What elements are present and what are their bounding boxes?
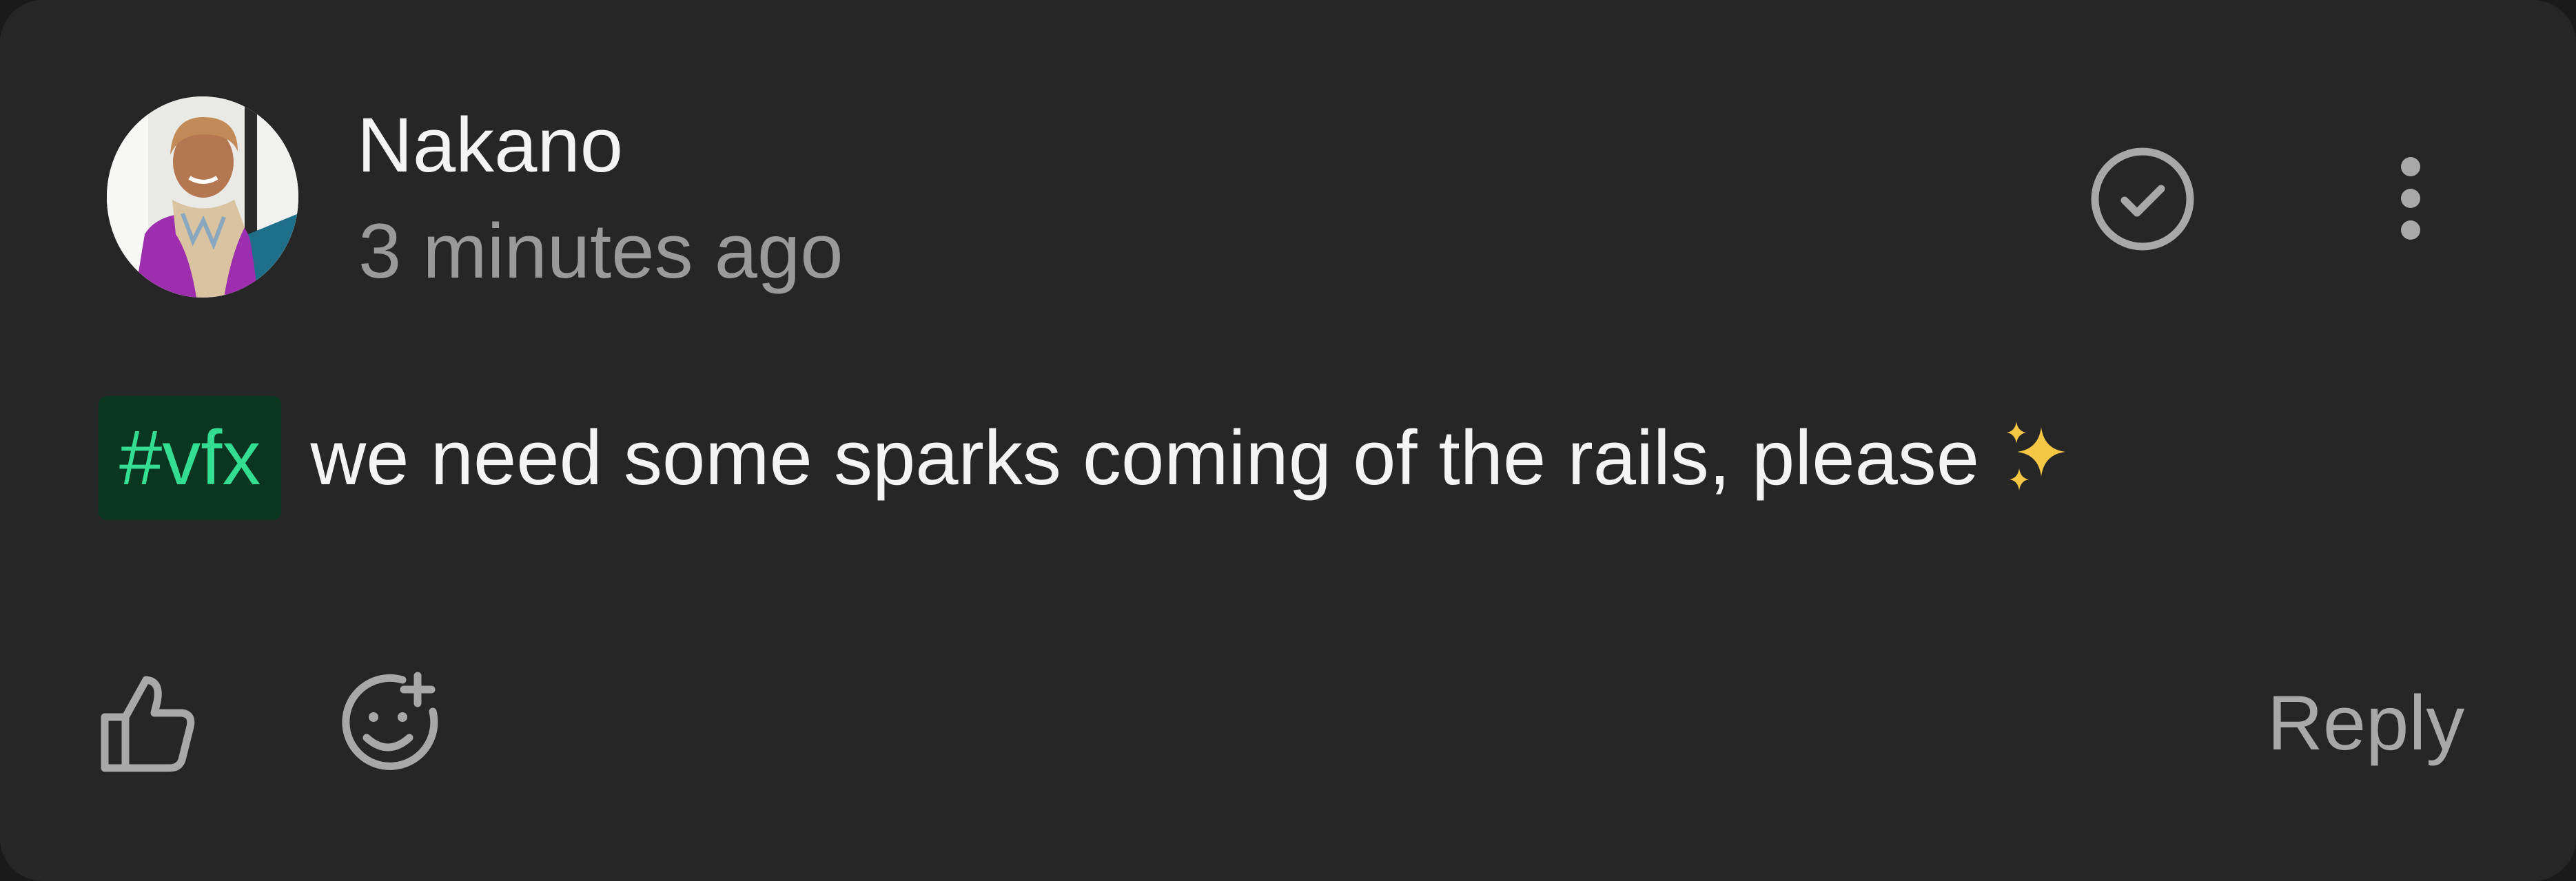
comment-card: Nakano 3 minutes ago #vfx we need some s…: [0, 0, 2576, 881]
resolve-button[interactable]: [2088, 145, 2197, 253]
more-options-button[interactable]: [2376, 145, 2445, 255]
like-button[interactable]: [96, 672, 200, 775]
thumbs-up-icon: [101, 676, 195, 772]
more-vertical-icon: [2401, 157, 2420, 240]
avatar[interactable]: [107, 96, 298, 298]
avatar-photo: [107, 96, 298, 298]
check-circle-icon: [2091, 147, 2194, 251]
reply-button[interactable]: Reply: [2267, 672, 2464, 775]
sparkles-icon: [2007, 422, 2066, 490]
message-text: we need some sparks coming of the rails,…: [310, 415, 1980, 501]
tag-chip[interactable]: #vfx: [99, 396, 282, 520]
emoji-add-icon: [342, 672, 438, 770]
comment-message: #vfx we need some sparks coming of the r…: [99, 396, 2076, 520]
author-name: Nakano: [357, 102, 624, 188]
timestamp: 3 minutes ago: [358, 208, 844, 294]
add-reaction-button[interactable]: [336, 672, 440, 775]
